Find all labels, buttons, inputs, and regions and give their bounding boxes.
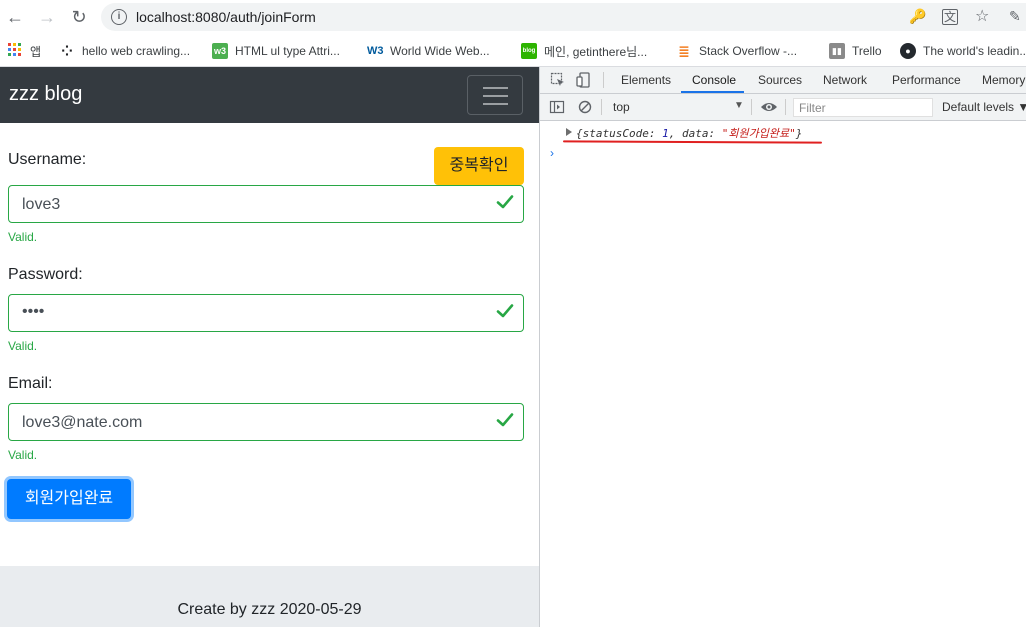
- join-complete-button[interactable]: 회원가입완료: [7, 479, 131, 519]
- devtools-panel: Elements Console Sources Network Perform…: [539, 67, 1026, 627]
- navbar-toggler-button[interactable]: [467, 75, 523, 115]
- bookmark-label: Stack Overflow -...: [699, 44, 798, 58]
- w3c-icon: W3: [367, 45, 384, 57]
- device-toolbar-icon[interactable]: [576, 72, 592, 88]
- hamburger-icon: [483, 87, 508, 89]
- console-prompt[interactable]: ›: [550, 146, 554, 160]
- check-icon: [496, 195, 514, 209]
- bookmark-world-wide-web[interactable]: W3 World Wide Web...: [367, 40, 490, 62]
- toolbar-divider: [785, 99, 786, 115]
- check-icon: [496, 413, 514, 427]
- trello-icon: ▮▮: [829, 43, 845, 59]
- bookmark-stack-overflow[interactable]: ≣ Stack Overflow -...: [676, 40, 797, 62]
- key-icon[interactable]: 🔑: [909, 8, 926, 25]
- console-log-entry[interactable]: {statusCode: 1, data: "회원가입완료"}: [576, 125, 802, 141]
- site-info-icon[interactable]: i: [111, 9, 127, 25]
- bookmark-label: The world's leadin...: [923, 44, 1026, 58]
- password-value: ••••: [22, 303, 45, 320]
- username-valid-feedback: Valid.: [8, 230, 38, 244]
- log-brace: }: [795, 127, 803, 140]
- red-underline-annotation: [562, 140, 823, 144]
- forward-icon[interactable]: →: [36, 6, 58, 28]
- github-icon: ●: [900, 43, 916, 59]
- browser-toolbar: ← → ↻ i localhost:8080/auth/joinForm 🔑 文…: [0, 0, 1026, 35]
- bookmark-label: World Wide Web...: [390, 44, 490, 58]
- bookmark-trello[interactable]: ▮▮ Trello: [829, 40, 882, 62]
- email-label: Email:: [8, 375, 53, 392]
- context-selector[interactable]: top: [613, 100, 743, 114]
- bookmark-star-icon[interactable]: ☆: [975, 6, 989, 26]
- log-value-status-code: 1: [662, 127, 669, 140]
- url-text[interactable]: localhost:8080/auth/joinForm: [136, 9, 316, 25]
- email-value: love3@nate.com: [22, 414, 143, 431]
- tab-divider: [603, 72, 604, 88]
- address-bar[interactable]: i localhost:8080/auth/joinForm 🔑 文 ☆ ✎: [101, 3, 1026, 31]
- bookmark-html-ul[interactable]: w3 HTML ul type Attri...: [212, 40, 340, 62]
- apps-grid-icon: [7, 43, 23, 59]
- clear-console-icon[interactable]: [577, 99, 593, 115]
- navbar: zzz blog: [0, 67, 539, 123]
- devtools-tabbar: Elements Console Sources Network Perform…: [540, 67, 1026, 94]
- stackoverflow-icon: ≣: [678, 43, 690, 59]
- console-toolbar: top ▼ Filter Default levels ▼: [540, 94, 1026, 121]
- bookmark-blog[interactable]: blog 메인, getinthere님...: [521, 40, 647, 62]
- password-valid-feedback: Valid.: [8, 339, 38, 353]
- reload-icon[interactable]: ↻: [68, 6, 90, 28]
- tab-sources[interactable]: Sources: [758, 73, 802, 87]
- bookmark-label: 앱: [30, 44, 42, 59]
- bookmarks-bar: 앱 ⁘ hello web crawling... w3 HTML ul typ…: [0, 35, 1026, 67]
- extension-icon[interactable]: ✎: [1009, 8, 1021, 25]
- log-value-data: "회원가입완료": [721, 127, 796, 140]
- hamburger-icon: [483, 103, 508, 105]
- bookmark-label: HTML ul type Attri...: [235, 44, 340, 58]
- log-levels-dropdown[interactable]: Default levels ▼: [942, 100, 1026, 114]
- hamburger-icon: [483, 95, 508, 97]
- navbar-brand[interactable]: zzz blog: [9, 83, 82, 106]
- log-separator: ,: [668, 127, 682, 140]
- eye-icon[interactable]: [760, 99, 778, 115]
- bookmark-github[interactable]: ● The world's leadin...: [900, 40, 1026, 62]
- bookmark-label: hello web crawling...: [82, 44, 191, 58]
- expand-triangle-icon[interactable]: [566, 128, 572, 136]
- username-value: love3: [22, 196, 61, 213]
- translate-icon[interactable]: 文: [942, 9, 958, 25]
- toolbar-divider: [601, 99, 602, 115]
- duplicate-check-button[interactable]: 중복확인: [434, 147, 524, 185]
- footer-text: Create by zzz 2020-05-29: [177, 601, 362, 618]
- inspect-element-icon[interactable]: [550, 72, 566, 88]
- sidebar-toggle-icon[interactable]: [549, 99, 565, 115]
- tab-console[interactable]: Console: [692, 73, 736, 87]
- check-icon: [496, 304, 514, 318]
- tab-memory[interactable]: Memory: [982, 73, 1025, 87]
- bookmark-hello-web-crawling[interactable]: ⁘ hello web crawling...: [59, 40, 190, 62]
- email-valid-feedback: Valid.: [8, 448, 38, 462]
- toolbar-divider: [751, 99, 752, 115]
- bookmark-label: 메인, getinthere님...: [544, 44, 648, 59]
- footer: Create by zzz 2020-05-29: [0, 566, 539, 627]
- back-icon[interactable]: ←: [4, 6, 26, 28]
- blog-icon: blog: [521, 43, 537, 59]
- active-tab-indicator: [681, 91, 744, 93]
- tab-network[interactable]: Network: [823, 73, 867, 87]
- log-key-data: data:: [681, 127, 722, 140]
- dots-icon: ⁘: [61, 43, 73, 59]
- log-brace: {: [576, 127, 583, 140]
- password-input[interactable]: ••••: [8, 294, 524, 332]
- web-page: zzz blog Username: 중복확인 love3 Valid. Pas…: [0, 67, 539, 627]
- chevron-down-icon: ▼: [734, 100, 744, 111]
- email-input[interactable]: love3@nate.com: [8, 403, 524, 441]
- log-key-status-code: statusCode:: [582, 127, 663, 140]
- bookmark-label: Trello: [852, 44, 882, 58]
- username-label: Username:: [8, 151, 87, 168]
- filter-input[interactable]: Filter: [793, 98, 933, 117]
- bookmark-apps[interactable]: 앱: [7, 40, 41, 62]
- password-label: Password:: [8, 266, 83, 283]
- tab-performance[interactable]: Performance: [892, 73, 961, 87]
- tab-elements[interactable]: Elements: [621, 73, 671, 87]
- w3schools-icon: w3: [212, 43, 228, 59]
- username-input[interactable]: love3: [8, 185, 524, 223]
